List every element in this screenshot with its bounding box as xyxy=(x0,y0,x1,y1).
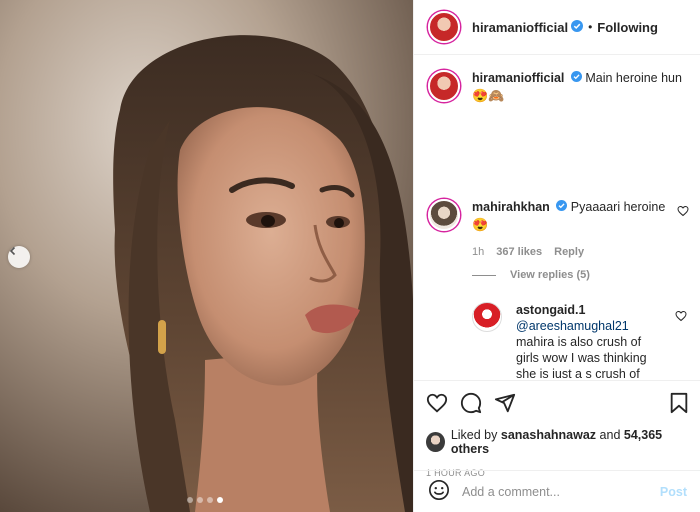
verified-icon xyxy=(556,199,568,216)
commenter-username[interactable]: mahirahkhan xyxy=(472,200,550,214)
author-username[interactable]: hiramaniofficial xyxy=(472,20,568,35)
comment-emojis: 😍 xyxy=(472,217,489,233)
view-replies-line xyxy=(472,274,496,276)
author-avatar[interactable] xyxy=(428,11,460,43)
comment-meta: 1h 367 likes Reply xyxy=(472,244,672,261)
post-comment-button[interactable]: Post xyxy=(660,485,687,499)
share-icon[interactable] xyxy=(494,392,516,417)
carousel-prev-button[interactable] xyxy=(8,246,30,268)
comment-item: mahirahkhan Pyaaaari heroine 😍 1h 367 li… xyxy=(414,199,700,261)
heart-icon[interactable] xyxy=(426,392,448,417)
view-replies-button[interactable]: View replies (5) xyxy=(472,269,590,281)
comment-reply-button[interactable]: Reply xyxy=(554,244,584,261)
post-actions: Liked by sanashahnawaz and 54,365 others… xyxy=(414,380,700,478)
reply-mention[interactable]: @areeshamughal21 xyxy=(516,319,629,333)
post-side-panel: hiramaniofficial • Following hiramanioff… xyxy=(413,0,700,512)
view-replies-label: View replies (5) xyxy=(510,269,590,281)
action-bar xyxy=(426,391,689,417)
comment-input[interactable] xyxy=(462,484,660,499)
reply-username[interactable]: astongaid.1 xyxy=(516,303,585,317)
comment-text: Pyaaaari heroine xyxy=(570,200,666,214)
comment-like-heart-icon[interactable] xyxy=(677,205,689,220)
liked-by-user[interactable]: sanashahnawaz xyxy=(501,428,596,442)
caption-username[interactable]: hiramaniofficial xyxy=(472,71,564,85)
caption-text: Main heroine hun xyxy=(585,71,682,85)
carousel-indicator xyxy=(187,497,223,503)
liked-by-avatar[interactable] xyxy=(426,432,445,452)
reply-text: mahira is also crush of girls wow I was … xyxy=(516,335,647,378)
comment-likes[interactable]: 367 likes xyxy=(496,244,542,261)
caption-avatar[interactable] xyxy=(428,70,460,102)
post-image[interactable] xyxy=(0,0,413,512)
carousel-dot xyxy=(207,497,213,503)
add-comment-bar: Post xyxy=(414,470,700,512)
carousel-dot-active xyxy=(217,497,223,503)
verified-icon xyxy=(571,19,584,35)
following-button[interactable]: Following xyxy=(597,20,658,35)
caption-emojis: 😍🙈 xyxy=(472,88,505,104)
reply-like-heart-icon[interactable] xyxy=(675,310,687,325)
verified-icon xyxy=(570,70,582,87)
bookmark-icon[interactable] xyxy=(669,392,689,417)
post-caption: hiramaniofficial Main heroine hun 😍🙈 xyxy=(414,56,700,105)
emoji-icon[interactable] xyxy=(428,479,450,504)
commenter-avatar[interactable] xyxy=(428,199,460,231)
carousel-dot xyxy=(197,497,203,503)
carousel-dot xyxy=(187,497,193,503)
comment-time[interactable]: 1h xyxy=(472,244,484,261)
header-separator: • xyxy=(588,20,593,34)
liked-by-prefix: Liked by xyxy=(450,428,498,442)
comment-icon[interactable] xyxy=(460,392,482,417)
comments-section[interactable]: hiramaniofficial Main heroine hun 😍🙈 mah… xyxy=(414,56,700,378)
reply-item: astongaid.1 @areeshamughal21 mahira is a… xyxy=(472,302,700,378)
liked-by-row: Liked by sanashahnawaz and 54,365 others xyxy=(426,428,689,456)
post-header: hiramaniofficial • Following xyxy=(414,0,700,55)
reply-avatar[interactable] xyxy=(472,302,502,332)
portrait-illustration xyxy=(0,0,413,512)
liked-by-conjunction: and xyxy=(599,428,621,442)
